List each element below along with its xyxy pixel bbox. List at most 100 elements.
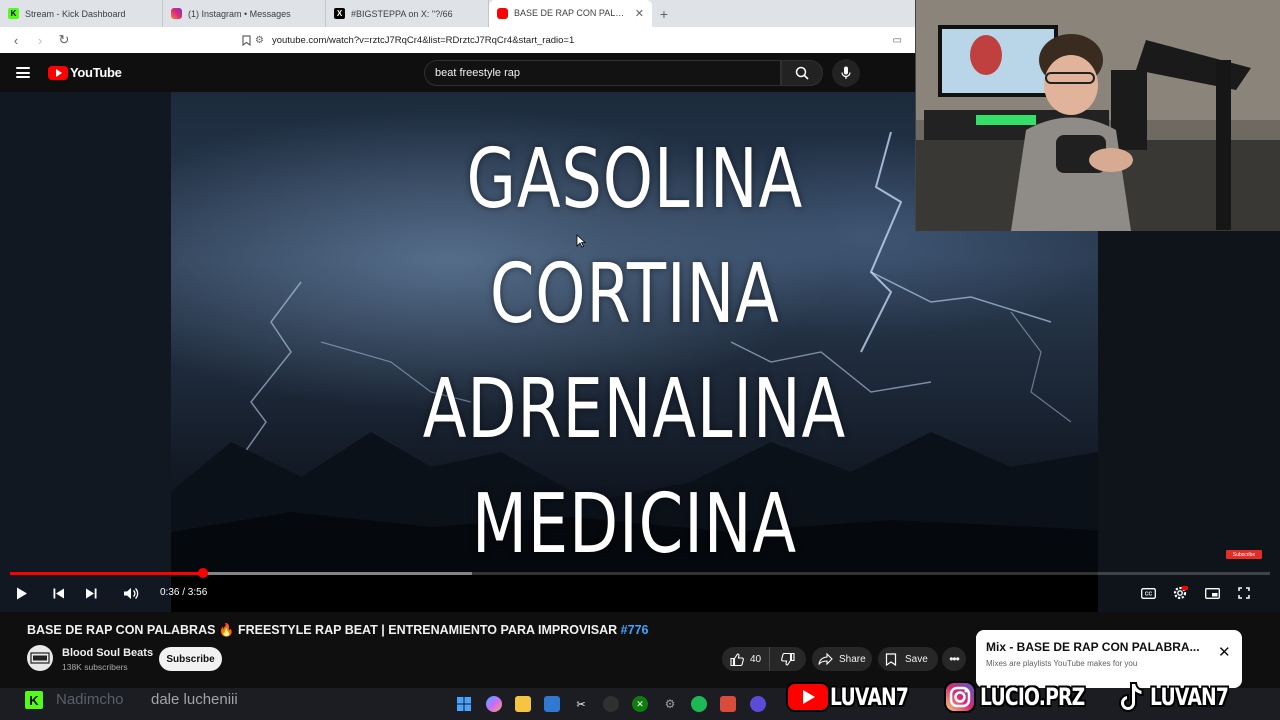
address-toolbar: ‹ › ↻ ⚙ youtube.com/watch?v=rztcJ7RqCr4&…	[0, 27, 915, 53]
microphone-icon	[841, 66, 851, 79]
close-icon[interactable]: ✕	[1218, 643, 1231, 661]
xbox-icon[interactable]: ✕	[632, 696, 648, 712]
reload-icon[interactable]: ↻	[54, 30, 74, 50]
new-tab-button[interactable]: +	[652, 0, 676, 27]
channel-logo-icon	[30, 652, 50, 664]
subscriber-count: 138K subscribers	[62, 662, 128, 672]
like-button[interactable]: 40	[722, 647, 770, 671]
tab-x[interactable]: X #BIGSTEPPA on X: "?/66	[326, 0, 489, 27]
instagram-social-icon	[940, 681, 980, 713]
youtube-handle: LUVAN7	[830, 683, 909, 711]
site-settings-icon[interactable]: ⚙	[255, 35, 264, 46]
previous-icon	[53, 588, 64, 598]
lyric-word: ADRENALINA	[422, 362, 847, 457]
lyric-word: MEDICINA	[471, 477, 798, 572]
settings-button[interactable]	[1170, 583, 1190, 603]
video-title-text: BASE DE RAP CON PALABRAS 🔥 FREESTYLE RAP…	[27, 623, 618, 637]
mix-subtitle: Mixes are playlists YouTube makes for yo…	[986, 659, 1138, 668]
player-letterbox-left	[0, 92, 171, 612]
url-text: youtube.com/watch?v=rztcJ7RqCr4&list=RDr…	[271, 34, 575, 46]
hashtag-link[interactable]: #776	[621, 623, 649, 637]
obs-icon[interactable]	[603, 696, 619, 712]
webcam-scene	[916, 0, 1280, 231]
chat-username: Nadimcho	[56, 691, 124, 708]
save-label: Save	[905, 653, 928, 665]
svg-text:CC: CC	[1144, 591, 1152, 597]
share-icon	[818, 653, 833, 665]
youtube-header: YouTube beat freestyle rap	[0, 53, 915, 92]
subscribe-watermark[interactable]: Subscribe	[1226, 550, 1262, 559]
volume-button[interactable]	[121, 583, 141, 603]
chat-app-icon[interactable]	[720, 696, 736, 712]
cast-icon[interactable]: ▭	[893, 35, 902, 46]
next-button[interactable]	[82, 583, 100, 603]
url-bar[interactable]: ⚙ youtube.com/watch?v=rztcJ7RqCr4&list=R…	[255, 30, 910, 50]
share-label: Share	[839, 653, 866, 665]
video-title: BASE DE RAP CON PALABRAS 🔥 FREESTYLE RAP…	[27, 623, 648, 638]
chat-message: dale lucheniii	[151, 691, 238, 708]
thumbs-up-icon	[730, 652, 744, 666]
channel-name[interactable]: Blood Soul Beats	[62, 647, 153, 659]
store-icon[interactable]	[544, 696, 560, 712]
file-explorer-icon[interactable]	[515, 696, 531, 712]
forward-icon[interactable]: ›	[30, 30, 50, 50]
youtube-logo[interactable]: YouTube	[48, 65, 122, 80]
thumbs-down-icon	[781, 652, 795, 666]
progress-played	[10, 572, 203, 575]
previous-button[interactable]	[50, 583, 68, 603]
youtube-social-icon	[786, 681, 830, 713]
browser-app-icon[interactable]	[750, 696, 766, 712]
play-button[interactable]	[12, 583, 32, 603]
tiktok-handle: LUVAN7	[1150, 683, 1229, 711]
tab-title: (1) Instagram • Messages	[188, 8, 291, 19]
next-icon	[86, 588, 97, 598]
tab-youtube[interactable]: BASE DE RAP CON PALABRAS 🔥 ✕	[489, 0, 652, 27]
tab-title: BASE DE RAP CON PALABRAS 🔥	[514, 8, 629, 18]
mix-title: Mix - BASE DE RAP CON PALABRA...	[986, 640, 1200, 654]
channel-avatar[interactable]	[27, 645, 53, 671]
youtube-handle-wrap: LUVAN7	[830, 683, 940, 711]
time-display: 0:36 / 3:56	[160, 587, 208, 598]
close-tab-icon[interactable]: ✕	[635, 7, 644, 20]
gear-icon	[1173, 586, 1188, 600]
back-icon[interactable]: ‹	[6, 30, 26, 50]
youtube-icon	[497, 8, 508, 19]
mouse-cursor-icon	[576, 234, 586, 248]
play-icon	[17, 587, 27, 599]
like-dislike-group: 40	[722, 647, 806, 671]
scrubber-handle[interactable]	[197, 568, 208, 578]
tiktok-social-icon	[1110, 681, 1150, 713]
lyric-word: CORTINA	[489, 247, 780, 342]
miniplayer-button[interactable]	[1202, 583, 1222, 603]
bookmark-icon[interactable]	[236, 30, 256, 50]
volume-icon	[124, 587, 139, 599]
social-handles-overlay: LUVAN7 LUCIO.PRZ LUVAN7	[786, 674, 1280, 720]
fullscreen-icon	[1238, 587, 1250, 599]
instagram-icon	[171, 8, 182, 19]
settings-app-icon[interactable]: ⚙	[662, 696, 678, 712]
save-button[interactable]: Save	[878, 647, 938, 671]
copilot-icon[interactable]	[486, 696, 502, 712]
spotify-icon[interactable]	[691, 696, 707, 712]
search-button[interactable]	[781, 60, 823, 86]
share-button[interactable]: Share	[812, 647, 872, 671]
tab-kick-dashboard[interactable]: K Stream - Kick Dashboard	[0, 0, 163, 27]
windows-start-icon[interactable]	[456, 696, 472, 712]
capcut-icon[interactable]: ✂	[573, 696, 589, 712]
youtube-wordmark: YouTube	[70, 65, 122, 80]
more-icon: •••	[949, 652, 960, 666]
tab-instagram[interactable]: (1) Instagram • Messages	[163, 0, 326, 27]
fullscreen-button[interactable]	[1234, 583, 1254, 603]
search-input[interactable]: beat freestyle rap	[424, 60, 781, 86]
tiktok-handle-wrap: LUVAN7	[1150, 683, 1250, 711]
more-actions-button[interactable]: •••	[942, 647, 966, 671]
captions-button[interactable]: CC	[1138, 583, 1158, 603]
youtube-play-icon	[48, 65, 68, 80]
kick-icon: K	[8, 8, 19, 19]
subscribe-button[interactable]: Subscribe	[159, 647, 222, 671]
dislike-button[interactable]	[770, 647, 806, 671]
search-icon	[795, 66, 809, 80]
voice-search-button[interactable]	[832, 59, 860, 87]
captions-icon: CC	[1140, 587, 1156, 599]
menu-icon[interactable]	[16, 67, 30, 78]
